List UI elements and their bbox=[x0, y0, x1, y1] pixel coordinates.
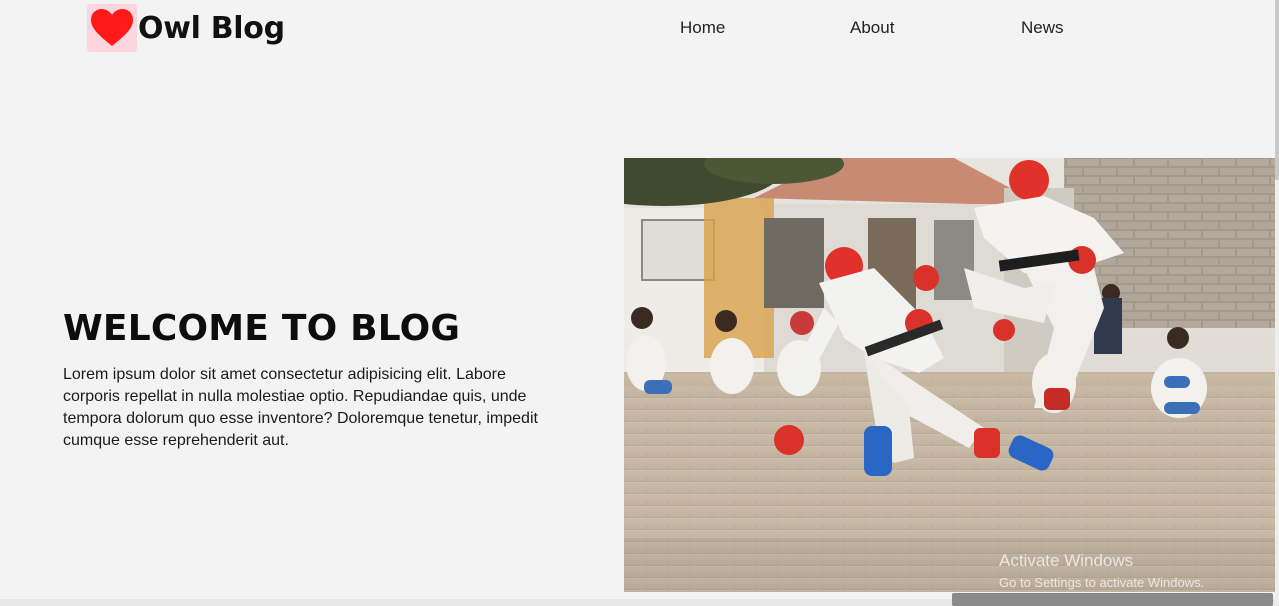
hero-image bbox=[624, 158, 1275, 592]
nav-link-about[interactable]: About bbox=[850, 18, 894, 38]
site-title: Owl Blog bbox=[138, 10, 285, 46]
nav-link-home[interactable]: Home bbox=[680, 18, 725, 38]
vertical-scrollbar[interactable] bbox=[1275, 0, 1279, 606]
heart-icon bbox=[87, 4, 137, 52]
horizontal-scrollbar-thumb[interactable] bbox=[952, 593, 1273, 606]
nav-link-news[interactable]: News bbox=[1021, 18, 1064, 38]
hero-description: Lorem ipsum dolor sit amet consectetur a… bbox=[63, 366, 538, 449]
navbar: Owl Blog Home About News bbox=[0, 0, 1279, 62]
activate-windows-watermark: Activate Windows Go to Settings to activ… bbox=[999, 551, 1204, 590]
site-logo[interactable]: Owl Blog bbox=[87, 4, 285, 52]
hero-title: WELCOME TO BLOG bbox=[63, 308, 461, 349]
watermark-title: Activate Windows bbox=[999, 551, 1134, 570]
watermark-subtitle: Go to Settings to activate Windows. bbox=[999, 575, 1205, 590]
vertical-scrollbar-thumb[interactable] bbox=[1275, 0, 1279, 180]
